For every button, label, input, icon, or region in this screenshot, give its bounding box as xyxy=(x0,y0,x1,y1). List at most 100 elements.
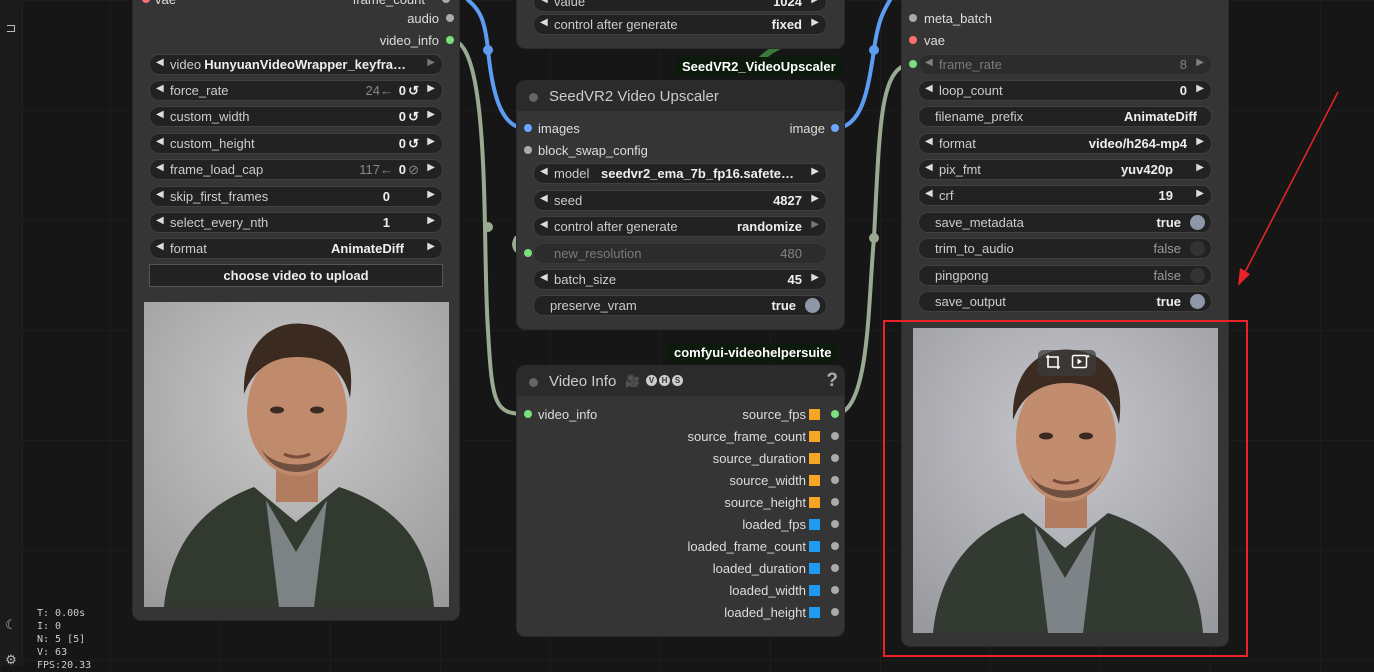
new-resolution-input-dot[interactable] xyxy=(524,249,532,257)
arrow-left-icon[interactable]: ◀ xyxy=(925,83,933,94)
toggle-knob[interactable] xyxy=(1190,268,1205,283)
trim-to-audio-toggle[interactable]: trim_to_audio false xyxy=(918,238,1212,259)
arrow-left-icon[interactable]: ◀ xyxy=(156,189,164,200)
skip-first-frames-widget[interactable]: ◀ skip_first_frames 0 ▶ xyxy=(149,186,443,207)
video-info-node[interactable]: Video Info 🎥 V H S ? video_info source_f… xyxy=(517,366,844,636)
reset-icon[interactable]: ↺ xyxy=(408,109,419,125)
pingpong-toggle[interactable]: pingpong false xyxy=(918,265,1212,286)
arrow-left-icon[interactable]: ◀ xyxy=(925,57,933,68)
video-widget[interactable]: ◀ video HunyuanVideoWrapper_keyfra… ▶ xyxy=(149,54,443,75)
vae-input-dot[interactable] xyxy=(909,36,917,44)
audio-output-dot[interactable] xyxy=(446,14,454,22)
arrow-left-icon[interactable]: ◀ xyxy=(156,109,164,120)
frame-rate-widget[interactable]: ◀ frame_rate 8 ▶ xyxy=(918,54,1212,75)
crf-widget[interactable]: ◀ crf 19 ▶ xyxy=(918,185,1212,206)
node-title-bar[interactable]: SeedVR2 Video Upscaler xyxy=(517,81,844,111)
arrow-right-icon[interactable]: ▶ xyxy=(427,162,435,173)
vae-input-dot[interactable] xyxy=(142,0,150,3)
image-output-dot[interactable] xyxy=(831,124,839,132)
help-icon[interactable]: ? xyxy=(826,370,838,392)
output-dot[interactable] xyxy=(831,476,839,484)
arrow-left-icon[interactable]: ◀ xyxy=(925,188,933,199)
arrow-right-icon[interactable]: ▶ xyxy=(427,136,435,147)
arrow-left-icon[interactable]: ◀ xyxy=(156,241,164,252)
output-dot[interactable] xyxy=(831,564,839,572)
upload-video-button[interactable]: choose video to upload xyxy=(149,264,443,287)
arrow-right-icon[interactable]: ▶ xyxy=(427,215,435,226)
arrow-right-icon[interactable]: ▶ xyxy=(427,109,435,120)
arrow-right-icon[interactable]: ▶ xyxy=(427,241,435,252)
video-info-output-dot[interactable] xyxy=(446,36,454,44)
pix-fmt-widget[interactable]: ◀ pix_fmt yuv420p ▶ xyxy=(918,159,1212,180)
save-metadata-toggle[interactable]: save_metadata true xyxy=(918,212,1212,233)
frame-load-cap-widget[interactable]: ◀ frame_load_cap 117← 0 ⊘ ▶ xyxy=(149,159,443,180)
node-title-bar[interactable]: Video Info 🎥 V H S ? xyxy=(517,366,844,396)
arrow-left-icon[interactable]: ◀ xyxy=(540,0,548,5)
output-dot[interactable] xyxy=(831,608,839,616)
filename-prefix-widget[interactable]: filename_prefix AnimateDiff xyxy=(918,106,1212,127)
format-widget[interactable]: ◀ format AnimateDiff ▶ xyxy=(149,238,443,259)
arrow-right-icon[interactable]: ▶ xyxy=(427,83,435,94)
arrow-right-icon[interactable]: ▶ xyxy=(1196,83,1204,94)
reset-icon[interactable]: ↺ xyxy=(408,136,419,152)
format-widget[interactable]: ◀ format video/h264-mp4 ▶ xyxy=(918,133,1212,154)
arrow-right-icon[interactable]: ▶ xyxy=(811,193,819,204)
toggle-knob[interactable] xyxy=(1190,241,1205,256)
reset-icon[interactable]: ↺ xyxy=(408,83,419,99)
seedvr-upscaler-node[interactable]: SeedVR2 Video Upscaler images image bloc… xyxy=(517,81,844,329)
custom-height-widget[interactable]: ◀ custom_height 0 ↺ ▶ xyxy=(149,133,443,154)
arrow-left-icon[interactable]: ◀ xyxy=(925,136,933,147)
control-after-generate-widget[interactable]: ◀ control after generate fixed ▶ xyxy=(533,14,827,35)
collapse-dot[interactable] xyxy=(529,378,538,387)
output-dot[interactable] xyxy=(831,454,839,462)
output-dot[interactable] xyxy=(831,542,839,550)
arrow-left-icon[interactable]: ◀ xyxy=(156,162,164,173)
load-video-node[interactable]: vae frame_count audio video_info ◀ video… xyxy=(133,0,459,620)
arrow-left-icon[interactable]: ◀ xyxy=(540,17,548,28)
arrow-right-icon[interactable]: ▶ xyxy=(811,166,819,177)
arrow-right-icon[interactable]: ▶ xyxy=(811,272,819,283)
arrow-right-icon[interactable]: ▶ xyxy=(1196,188,1204,199)
arrow-left-icon[interactable]: ◀ xyxy=(156,215,164,226)
arrow-left-icon[interactable]: ◀ xyxy=(156,57,164,68)
model-widget[interactable]: ◀ model seedvr2_ema_7b_fp16.safete… ▶ xyxy=(533,163,827,184)
images-input-dot[interactable] xyxy=(524,124,532,132)
loop-count-widget[interactable]: ◀ loop_count 0 ▶ xyxy=(918,80,1212,101)
toggle-knob[interactable] xyxy=(1190,294,1205,309)
control-after-generate-widget[interactable]: ◀ control after generate randomize ▶ xyxy=(533,216,827,237)
block-swap-input-dot[interactable] xyxy=(524,146,532,154)
select-every-nth-widget[interactable]: ◀ select_every_nth 1 ▶ xyxy=(149,212,443,233)
video-info-input-dot[interactable] xyxy=(524,410,532,418)
primitive-node[interactable]: ◀ value 1024 ▶ ◀ control after generate … xyxy=(517,0,844,48)
folder-icon[interactable]: ⊐ xyxy=(0,20,22,36)
output-dot[interactable] xyxy=(831,520,839,528)
arrow-right-icon[interactable]: ▶ xyxy=(427,189,435,200)
toggle-knob[interactable] xyxy=(805,298,820,313)
custom-width-widget[interactable]: ◀ custom_width 0 ↺ ▶ xyxy=(149,106,443,127)
preserve-vram-toggle[interactable]: preserve_vram true xyxy=(533,295,827,316)
arrow-right-icon[interactable]: ▶ xyxy=(1196,162,1204,173)
arrow-right-icon[interactable]: ▶ xyxy=(427,57,435,68)
frame-count-output-dot[interactable] xyxy=(442,0,450,3)
arrow-right-icon[interactable]: ▶ xyxy=(1196,57,1204,68)
force-rate-widget[interactable]: ◀ force_rate 24← 0 ↺ ▶ xyxy=(149,80,443,101)
arrow-right-icon[interactable]: ▶ xyxy=(811,219,819,230)
arrow-left-icon[interactable]: ◀ xyxy=(540,166,548,177)
output-dot[interactable] xyxy=(831,432,839,440)
batch-size-widget[interactable]: ◀ batch_size 45 ▶ xyxy=(533,269,827,290)
collapse-dot[interactable] xyxy=(529,93,538,102)
arrow-right-icon[interactable]: ▶ xyxy=(811,0,819,5)
value-widget[interactable]: ◀ value 1024 ▶ xyxy=(533,0,827,12)
output-dot[interactable] xyxy=(831,586,839,594)
seed-widget[interactable]: ◀ seed 4827 ▶ xyxy=(533,190,827,211)
meta-batch-input-dot[interactable] xyxy=(909,14,917,22)
arrow-right-icon[interactable]: ▶ xyxy=(811,17,819,28)
arrow-left-icon[interactable]: ◀ xyxy=(540,193,548,204)
arrow-left-icon[interactable]: ◀ xyxy=(156,83,164,94)
output-dot[interactable] xyxy=(831,410,839,418)
arrow-left-icon[interactable]: ◀ xyxy=(540,219,548,230)
frame-rate-input-dot[interactable] xyxy=(909,60,917,68)
moon-icon[interactable]: ☾ xyxy=(0,617,22,633)
output-dot[interactable] xyxy=(831,498,839,506)
arrow-left-icon[interactable]: ◀ xyxy=(540,272,548,283)
